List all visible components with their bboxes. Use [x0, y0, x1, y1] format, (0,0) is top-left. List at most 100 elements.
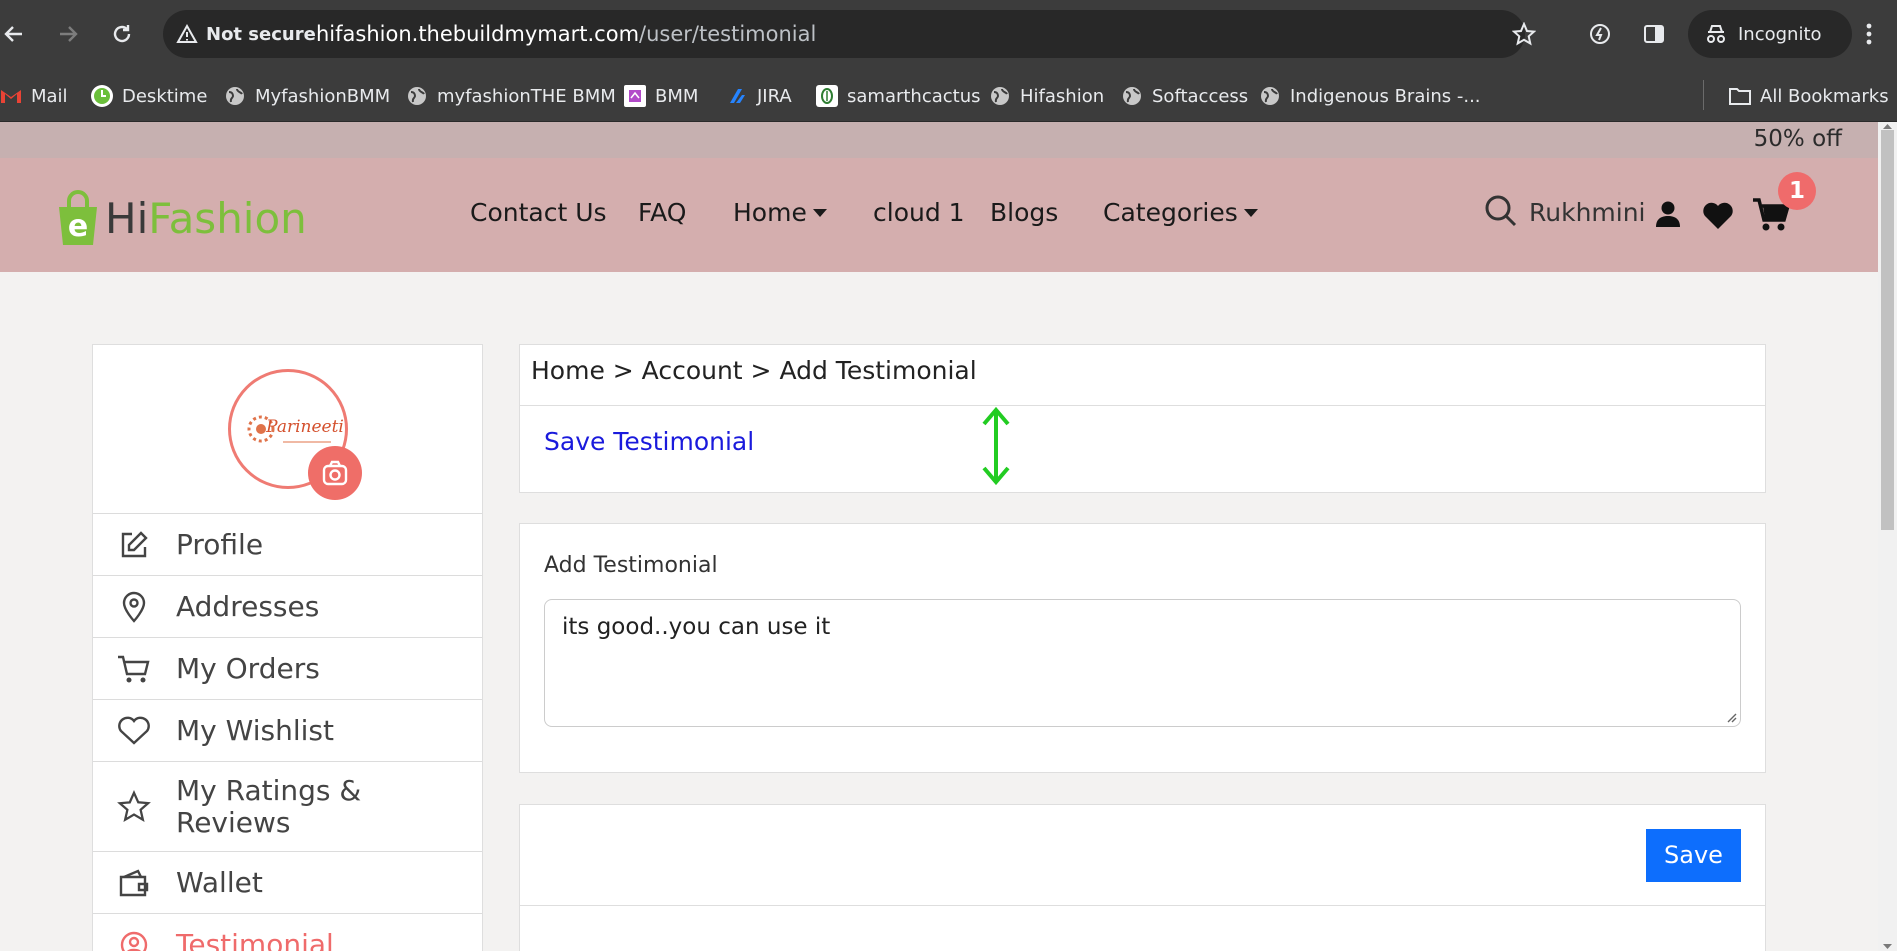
- forward-button[interactable]: [50, 16, 86, 52]
- save-button[interactable]: Save: [1646, 829, 1741, 882]
- cart-icon: [117, 652, 151, 686]
- nav-label: Home: [733, 198, 807, 227]
- bookmark-mail[interactable]: Mail: [0, 83, 68, 109]
- globe-icon: [1121, 85, 1143, 107]
- jira-icon: [726, 85, 748, 107]
- resize-grip-icon: [1727, 713, 1737, 723]
- user-name[interactable]: Rukhmini: [1529, 198, 1646, 227]
- sidebar-item-label: Addresses: [176, 589, 320, 623]
- cactus-icon: [816, 85, 838, 107]
- nav-label: FAQ: [638, 198, 687, 227]
- bookmark-softaccess[interactable]: Softaccess: [1121, 83, 1248, 109]
- bookmark-indigenous-brains[interactable]: Indigenous Brains -...: [1259, 83, 1481, 109]
- globe-icon: [406, 85, 428, 107]
- shopping-bag-logo-icon: e: [59, 190, 97, 245]
- promo-text: 50% off: [1753, 126, 1842, 152]
- nav-label: cloud 1: [873, 198, 965, 227]
- testimonial-textarea[interactable]: its good..you can use it: [544, 599, 1741, 727]
- promo-strip: 50% off: [0, 122, 1878, 158]
- account-button[interactable]: [1654, 200, 1682, 232]
- all-bookmarks-button[interactable]: All Bookmarks: [1729, 83, 1889, 109]
- scroll-up-arrow-icon: [1883, 124, 1892, 129]
- bookmark-label: MyfashionBMM: [255, 85, 391, 107]
- site-logo[interactable]: e Hi Fashion: [55, 188, 307, 248]
- heart-icon: [117, 714, 151, 748]
- incognito-indicator[interactable]: Incognito: [1688, 10, 1852, 58]
- nav-blogs[interactable]: Blogs: [990, 198, 1058, 227]
- sidebar-item-my-wishlist[interactable]: My Wishlist: [93, 699, 482, 761]
- warning-icon: [176, 24, 198, 43]
- logo-text-fashion: Fashion: [148, 193, 307, 243]
- bookmarks-bar: Mail Desktime MyfashionBMM myfashionTHE …: [0, 68, 1897, 122]
- sidebar-item-label: Wallet: [176, 865, 263, 899]
- avatar-brand-text: Parineeti: [265, 417, 344, 437]
- scroll-thumb[interactable]: [1881, 130, 1894, 530]
- logo-e-letter: e: [68, 209, 88, 244]
- speed-icon: [1590, 24, 1610, 44]
- incognito-icon: [1707, 25, 1725, 43]
- all-bookmarks-label: All Bookmarks: [1760, 85, 1889, 107]
- browser-toolbar: Not secure hifashion.thebuildmymart.com/…: [0, 0, 1897, 68]
- lower-panel: [519, 905, 1766, 951]
- bmm-icon: [624, 85, 646, 107]
- reload-button[interactable]: [104, 16, 140, 52]
- bookmark-label: samarthcactus: [847, 85, 981, 107]
- globe-icon: [989, 85, 1011, 107]
- bookmark-desktime[interactable]: Desktime: [91, 83, 207, 109]
- cart-count-badge: 1: [1778, 172, 1816, 210]
- change-avatar-button[interactable]: [308, 446, 362, 500]
- url-text[interactable]: hifashion.thebuildmymart.com/user/testim…: [316, 20, 816, 48]
- actions-panel: [519, 804, 1766, 906]
- bookmark-label: Indigenous Brains -...: [1290, 85, 1481, 107]
- sidebar-item-wallet[interactable]: Wallet: [93, 851, 482, 913]
- nav-categories-dropdown[interactable]: Categories: [1103, 198, 1258, 227]
- sidebar-item-label: Testimonial: [176, 927, 334, 951]
- bookmark-label: myfashionTHE BMM: [437, 85, 616, 107]
- bookmark-label: Hifashion: [1020, 85, 1105, 107]
- caret-down-icon: [1243, 208, 1258, 217]
- nav-label: Contact Us: [470, 198, 607, 227]
- bookmark-label: Desktime: [122, 85, 208, 107]
- scroll-down-arrow-icon: [1883, 944, 1892, 949]
- bookmark-samarthcactus[interactable]: samarthcactus: [816, 83, 981, 109]
- gmail-icon: [0, 85, 22, 107]
- performance-button[interactable]: [1582, 16, 1618, 52]
- nav-home-dropdown[interactable]: Home: [733, 198, 827, 227]
- bookmark-bmm[interactable]: BMM: [624, 83, 698, 109]
- sidebar-item-ratings-reviews[interactable]: My Ratings & Reviews: [93, 761, 482, 851]
- not-secure-label: Not secure: [206, 23, 316, 45]
- bookmark-label: BMM: [655, 85, 699, 107]
- bookmark-myfashionthebmm[interactable]: myfashionTHE BMM: [406, 83, 616, 109]
- sidebar-item-testimonial[interactable]: Testimonial: [93, 913, 482, 951]
- bookmark-star-button[interactable]: [1506, 16, 1542, 52]
- url-host: hifashion.thebuildmymart.com: [316, 22, 640, 46]
- site-info-chip[interactable]: Not secure: [176, 20, 316, 48]
- sidebar-item-profile[interactable]: Profile: [93, 513, 482, 575]
- bookmark-label: Mail: [31, 85, 68, 107]
- nav-faq[interactable]: FAQ: [638, 198, 686, 227]
- back-button[interactable]: [0, 16, 32, 52]
- sidebar-item-label: My Ratings & Reviews: [176, 773, 362, 839]
- sidebar-item-my-orders[interactable]: My Orders: [93, 637, 482, 699]
- nav-contact-us[interactable]: Contact Us: [470, 198, 607, 227]
- wishlist-button[interactable]: [1702, 202, 1734, 234]
- nav-cloud[interactable]: cloud 1: [873, 198, 965, 227]
- site-header: e Hi Fashion Contact Us FAQ Home cloud 1 …: [0, 158, 1878, 272]
- browser-menu-button[interactable]: [1851, 16, 1887, 52]
- star-icon: [117, 789, 151, 824]
- page-scrollbar[interactable]: [1878, 122, 1897, 951]
- sidebar-item-label: My Orders: [176, 651, 320, 685]
- side-panel-button[interactable]: [1636, 16, 1672, 52]
- search-button[interactable]: [1484, 194, 1518, 232]
- arrow-left-icon: [4, 26, 22, 42]
- side-panel-icon: [1644, 25, 1664, 43]
- testimonial-text: its good..you can use it: [562, 614, 831, 640]
- form-label: Add Testimonial: [544, 553, 718, 578]
- bookmark-jira[interactable]: JIRA: [726, 83, 792, 109]
- bookmark-myfashionbmm[interactable]: MyfashionBMM: [224, 83, 390, 109]
- sidebar-item-addresses[interactable]: Addresses: [93, 575, 482, 637]
- reload-icon: [113, 25, 131, 43]
- save-testimonial-link[interactable]: Save Testimonial: [544, 427, 754, 456]
- bookmark-hifashion[interactable]: Hifashion: [989, 83, 1104, 109]
- kebab-menu-icon: [1866, 23, 1872, 45]
